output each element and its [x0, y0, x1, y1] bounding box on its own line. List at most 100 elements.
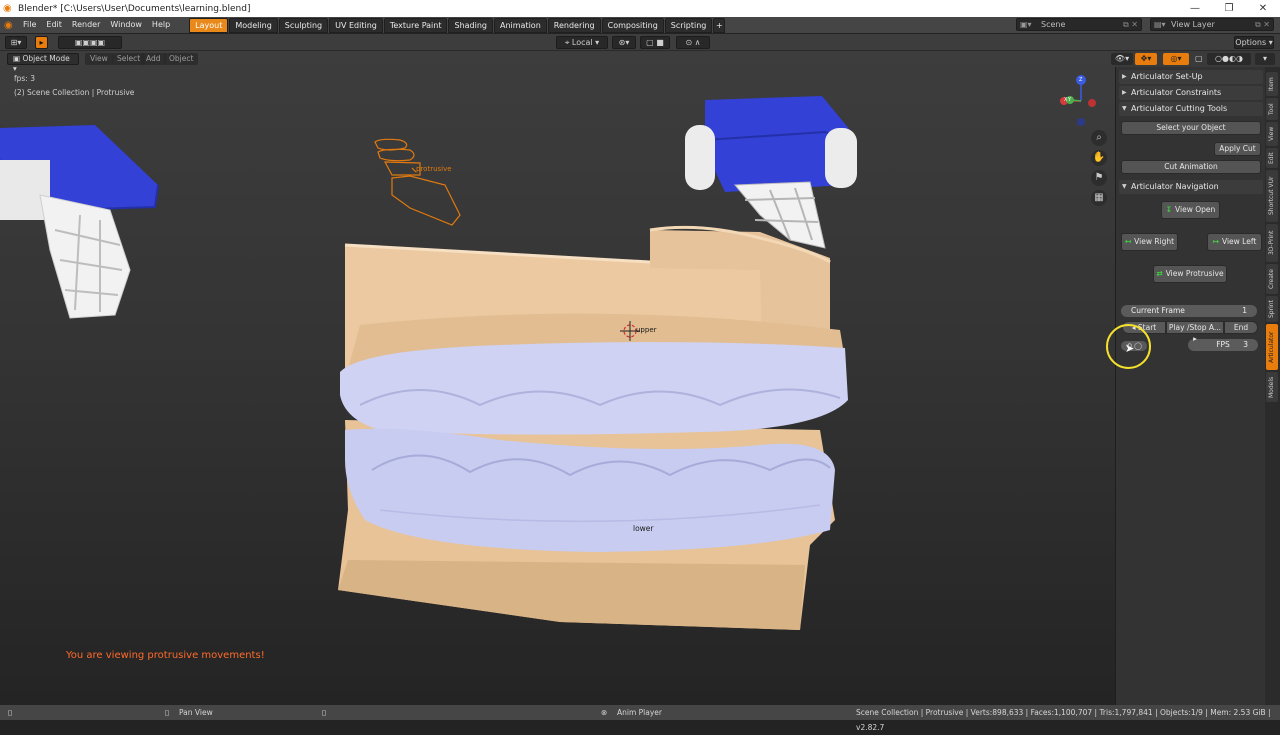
panel-articulator-setup[interactable]: ▶ Articulator Set-Up [1119, 70, 1263, 84]
menu-help[interactable]: Help [147, 17, 175, 33]
panel-title: Articulator Navigation [1131, 182, 1219, 191]
menu-render[interactable]: Render [67, 17, 105, 33]
view-protrusive-label: View Protrusive [1165, 269, 1224, 278]
lower-splint [345, 428, 835, 552]
menu-view[interactable]: View [85, 53, 113, 65]
tab-shortcut-vur[interactable]: Shortcut VUr [1266, 170, 1278, 222]
tab-rendering[interactable]: Rendering [547, 17, 601, 33]
tab-edit[interactable]: Edit [1266, 148, 1278, 168]
lower-label: lower [633, 524, 654, 533]
blender-menu-icon[interactable]: ◉ [4, 20, 18, 31]
top-bar: ◉ File Edit Render Window Help Layout Mo… [0, 17, 1280, 33]
tab-create[interactable]: Create [1266, 264, 1278, 294]
workspace-tabs: Layout Modeling Sculpting UV Editing Tex… [189, 17, 726, 33]
panel-articulator-constraints[interactable]: ▶ Articulator Constraints [1119, 86, 1263, 100]
mouse-middle-icon: ▯ [165, 708, 170, 717]
mouse-right-icon: ▯ [322, 708, 327, 717]
grid-icon[interactable]: ▦ [1091, 190, 1107, 206]
tab-view[interactable]: View [1266, 122, 1278, 146]
xray-icon[interactable]: ▢ [1195, 53, 1205, 65]
view-protrusive-button[interactable]: ⇄ View Protrusive [1153, 265, 1227, 283]
gizmo-z-label: Z [1079, 77, 1083, 83]
collapsed-triangle-icon: ▶ [1122, 89, 1127, 96]
tab-uv-editing[interactable]: UV Editing [329, 17, 383, 33]
menu-file[interactable]: File [18, 17, 41, 33]
proportional-edit-icon[interactable]: ⊙ ∧ [676, 36, 710, 49]
fps-value: 3 [1243, 340, 1248, 349]
tab-tool[interactable]: Tool [1266, 98, 1278, 120]
options-button[interactable]: Options ▾ [1234, 36, 1274, 49]
shading-mode-icons[interactable]: ○●◐◑ [1207, 53, 1251, 65]
transform-orientation-select[interactable]: ⌖ Local ▾ [556, 36, 608, 49]
title-bar: ◉ Blender* [C:\Users\User\Documents\lear… [0, 0, 1280, 17]
arrows-icon: ⇄ [1156, 269, 1163, 278]
overlay-toggle-icon[interactable]: ◎▾ [1163, 53, 1189, 65]
3d-viewport[interactable]: fps: 3 (2) Scene Collection | Protrusive… [0, 51, 1115, 705]
panel-articulator-navigation[interactable]: ▼ Articulator Navigation [1119, 180, 1263, 194]
fps-field[interactable]: FPS 3 [1188, 339, 1258, 351]
view-layer-selector[interactable]: ▤▾ View Layer ⧉ ✕ [1150, 18, 1274, 31]
tab-sprint[interactable]: Sprint [1266, 296, 1278, 322]
add-workspace-button[interactable]: + [713, 17, 726, 33]
apply-cut-button[interactable]: Apply Cut [1214, 142, 1261, 156]
end-button[interactable]: End [1224, 321, 1258, 334]
tab-3d-print[interactable]: 3D-Print [1266, 224, 1278, 262]
mode-select[interactable]: ▣ Object Mode ▾ [7, 53, 79, 73]
fps-label: FPS [1216, 340, 1230, 349]
play-stop-button[interactable]: Play /Stop A... ▸ [1166, 321, 1224, 343]
tab-texture-paint[interactable]: Texture Paint [383, 17, 448, 33]
menu-add[interactable]: Add [141, 53, 166, 65]
camera-icon[interactable]: ⚑ [1091, 170, 1107, 186]
view-left-button[interactable]: ↦ View Left [1207, 233, 1262, 251]
gizmo-toggle-icon[interactable]: ✥▾ [1135, 53, 1157, 65]
panel-title: Articulator Cutting Tools [1131, 104, 1228, 113]
close-icon[interactable]: ✕ [1246, 0, 1280, 17]
anim-player-icon: ⊗ [601, 708, 608, 717]
tab-sculpting[interactable]: Sculpting [278, 17, 329, 33]
fps-readout: fps: 3 [14, 74, 35, 83]
tab-compositing[interactable]: Compositing [601, 17, 664, 33]
current-frame-field[interactable]: Current Frame 1 [1121, 305, 1257, 317]
tab-shading[interactable]: Shading [448, 17, 493, 33]
play-stop-label: Play /Stop A... [1168, 323, 1222, 332]
minimize-icon[interactable]: — [1178, 0, 1212, 17]
blender-logo-icon: ◉ [3, 2, 12, 14]
cut-animation-button[interactable]: Cut Animation [1121, 160, 1261, 174]
menu-edit[interactable]: Edit [41, 17, 67, 33]
tab-modeling[interactable]: Modeling [229, 17, 278, 33]
tab-scripting[interactable]: Scripting [664, 17, 713, 33]
editor-type-icon[interactable]: ⊞▾ [5, 36, 27, 49]
select-tool-icon[interactable]: ▸ [35, 36, 48, 49]
current-frame-value: 1 [1242, 306, 1247, 315]
menu-object[interactable]: Object [164, 53, 199, 65]
mouse-pointer-icon: ➤ [1125, 342, 1135, 355]
view-right-button[interactable]: ↤ View Right [1121, 233, 1178, 251]
view-layer-remove-icon[interactable]: ⧉ ✕ [1255, 19, 1270, 30]
gizmo-x-label: X [1064, 97, 1068, 103]
protrusive-empty-outline [374, 138, 461, 226]
scene-statistics: Scene Collection | Protrusive | Verts:89… [856, 708, 1271, 732]
pivot-point-icon[interactable]: ⊛▾ [612, 36, 636, 49]
visibility-icon[interactable]: 👁▾ [1111, 53, 1133, 65]
tab-layout[interactable]: Layout [189, 17, 229, 33]
panel-title: Articulator Set-Up [1131, 72, 1203, 81]
selection-mode-icons[interactable]: ▣▣▣▣ [58, 36, 122, 49]
panel-articulator-cutting-tools[interactable]: ▼ Articulator Cutting Tools [1119, 102, 1263, 116]
tab-item[interactable]: Item [1266, 72, 1278, 96]
upper-label: upper [636, 326, 657, 334]
tab-articulator[interactable]: Articulator [1266, 324, 1278, 370]
tab-animation[interactable]: Animation [493, 17, 547, 33]
snap-icon[interactable]: ▢ ■ [640, 36, 670, 49]
view-open-button[interactable]: ↧ View Open [1161, 201, 1220, 219]
pan-hand-icon[interactable]: ✋ [1091, 150, 1107, 166]
expanded-triangle-icon: ▼ [1122, 105, 1127, 112]
zoom-icon[interactable]: ⌕ [1091, 130, 1107, 146]
window-title: Blender* [C:\Users\User\Documents\learni… [18, 3, 251, 14]
scene-selector[interactable]: ▣▾ Scene ⧉ ✕ [1016, 18, 1142, 31]
select-object-button[interactable]: Select your Object [1121, 121, 1261, 135]
menu-window[interactable]: Window [105, 17, 147, 33]
restore-icon[interactable]: ❐ [1212, 0, 1246, 17]
scene-remove-icon[interactable]: ⧉ ✕ [1123, 19, 1138, 30]
shading-options-icon[interactable]: ▾ [1255, 53, 1275, 65]
tab-models[interactable]: Models [1266, 372, 1278, 402]
